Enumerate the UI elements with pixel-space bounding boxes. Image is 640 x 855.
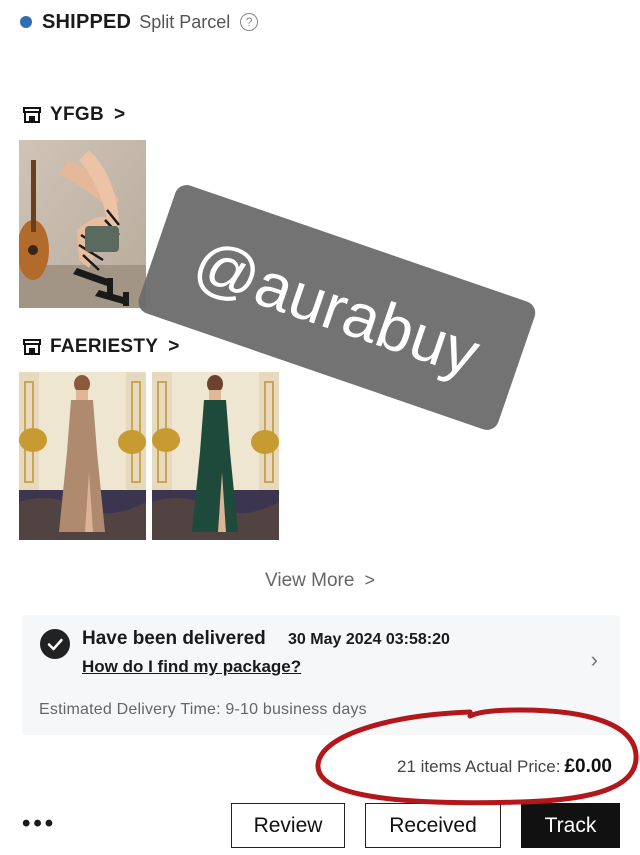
help-icon[interactable]: ? (240, 13, 259, 31)
review-button[interactable]: Review (231, 803, 345, 848)
product-thumbnail-champagne-dress[interactable] (19, 372, 146, 540)
check-circle-icon (40, 629, 70, 659)
delivered-title: Have been delivered (82, 628, 266, 649)
order-price-summary: 21 items Actual Price: £0.00 (397, 756, 612, 778)
store-icon (23, 107, 41, 123)
watermark-text: @aurabuy (185, 226, 489, 391)
delivery-status-card[interactable]: Have been delivered 30 May 2024 03:58:20… (22, 615, 620, 735)
store-name: YFGB (50, 104, 104, 125)
split-parcel-label: Split Parcel (139, 11, 231, 32)
chevron-right-icon: > (168, 336, 180, 357)
items-count-label: 21 items Actual Price: (396, 757, 561, 776)
chevron-right-icon: > (113, 104, 126, 125)
status-dot (20, 16, 32, 28)
view-more-label: View More (265, 570, 355, 591)
actual-price-value: £0.00 (564, 756, 612, 777)
status-label: SHIPPED (42, 10, 132, 33)
delivered-date: 30 May 2024 03:58:20 (288, 631, 450, 648)
find-package-link[interactable]: How do I find my package? (82, 657, 301, 677)
store-icon (23, 339, 41, 355)
chevron-right-icon: > (364, 570, 375, 590)
view-more-link[interactable]: View More > (0, 570, 640, 592)
dress-photo-champagne (19, 372, 146, 540)
product-thumbnail-green-dress[interactable] (152, 372, 279, 540)
chevron-right-icon[interactable]: › (591, 647, 598, 673)
estimated-delivery-time: Estimated Delivery Time: 9-10 business d… (39, 701, 367, 718)
store-link-yfgb[interactable]: YFGB > (22, 102, 125, 128)
dress-photo-green (152, 372, 279, 540)
sandals-photo (19, 140, 146, 308)
product-thumbnail-sandals[interactable] (19, 140, 146, 308)
more-options-icon[interactable]: ••• (22, 810, 56, 838)
store-name: FAERIESTY (50, 336, 159, 357)
order-status-row: SHIPPED Split Parcel ? (20, 8, 259, 36)
track-button[interactable]: Track (521, 803, 620, 848)
store-link-faeriesty[interactable]: FAERIESTY > (22, 334, 179, 360)
received-button[interactable]: Received (365, 803, 501, 848)
